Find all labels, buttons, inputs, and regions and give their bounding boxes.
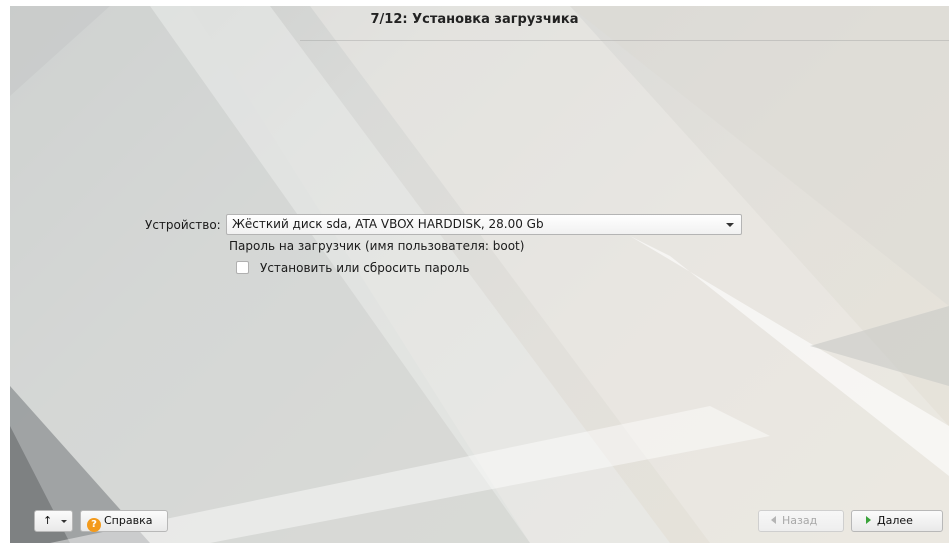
page-title: 7/12: Установка загрузчика [370,12,579,27]
chevron-down-icon [61,520,67,523]
set-password-checkbox[interactable] [236,261,249,274]
help-button[interactable]: ? Справка [80,510,168,532]
set-password-label[interactable]: Установить или сбросить пароль [260,261,469,275]
triangle-right-icon [866,516,871,524]
back-button[interactable]: Назад [758,510,844,532]
bootloader-password-label: Пароль на загрузчик (имя пользователя: b… [229,239,525,253]
chevron-down-icon [726,223,734,227]
next-button[interactable]: Далее [851,510,943,532]
installer-screen: 7/12: Установка загрузчика Устройство: Ж… [0,0,949,543]
title-divider [300,40,949,41]
help-button-label: Справка [104,514,153,527]
device-dropdown-value: Жёсткий диск sda, ATA VBOX HARDDISK, 28.… [232,217,544,231]
up-arrow-icon: ↑ [43,514,53,527]
device-dropdown[interactable]: Жёсткий диск sda, ATA VBOX HARDDISK, 28.… [226,214,742,235]
wallpaper-shapes [10,6,949,543]
wallpaper-background [10,6,949,543]
up-menu-button[interactable]: ↑ [34,510,73,532]
next-button-label: Далее [877,514,913,527]
triangle-left-icon [771,516,776,524]
back-button-label: Назад [782,514,818,527]
question-circle-icon: ? [87,518,101,532]
device-label: Устройство: [145,218,221,232]
